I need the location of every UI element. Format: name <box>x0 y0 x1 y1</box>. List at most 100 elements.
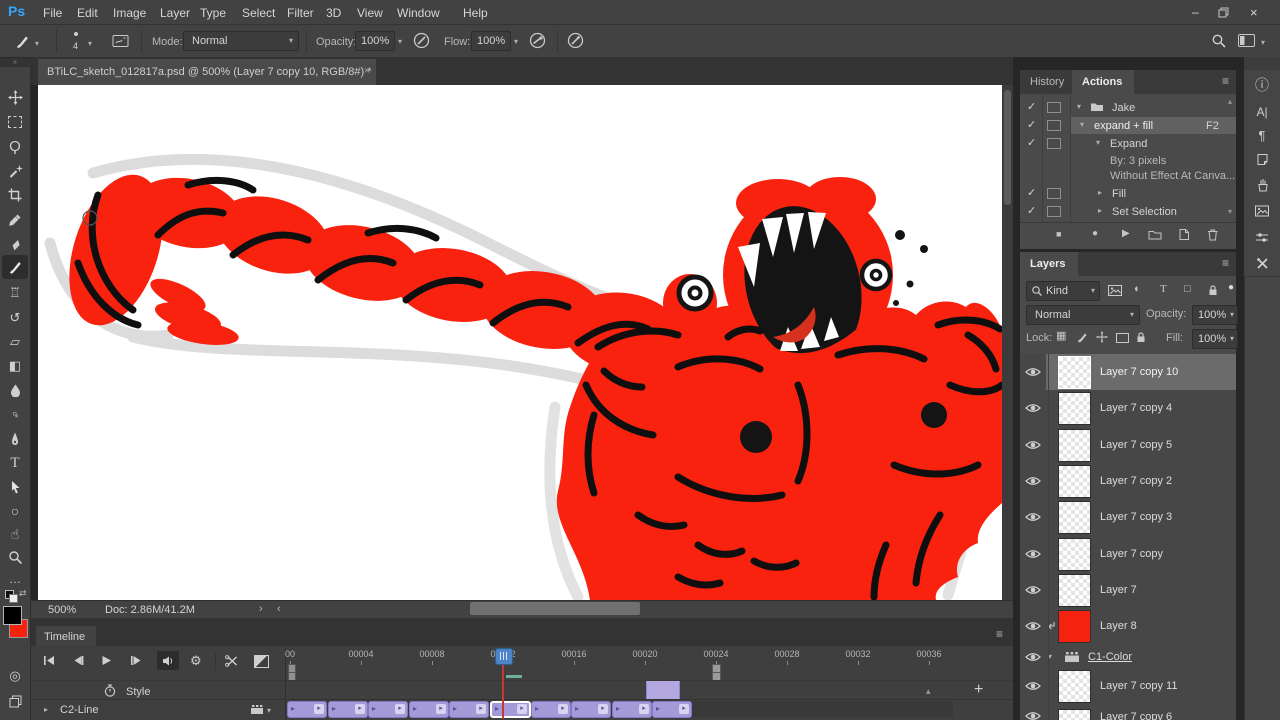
track-filmstrip-icon[interactable] <box>250 704 264 715</box>
layer-name[interactable]: Layer 7 copy 10 <box>1100 367 1178 378</box>
quick-selection-tool[interactable] <box>0 160 30 182</box>
gradient-tool[interactable]: ◧ <box>0 354 30 376</box>
menu-help[interactable]: Help <box>463 7 488 19</box>
visibility-eye-icon[interactable] <box>1025 403 1041 413</box>
timeline-clip[interactable]: ▸ ▸ <box>368 701 408 718</box>
actions-panel-menu-icon[interactable]: ≡ <box>1222 75 1229 87</box>
tablet-pressure-opacity-icon[interactable] <box>413 32 430 49</box>
close-button[interactable]: × <box>1250 6 1258 19</box>
layer-thumbnail[interactable] <box>1058 465 1091 498</box>
layer-thumbnail[interactable] <box>1058 392 1091 425</box>
layer-name[interactable]: Layer 7 copy 4 <box>1100 403 1172 414</box>
rectangular-marquee-tool[interactable] <box>0 111 30 133</box>
style-keyframe-block[interactable] <box>646 680 680 700</box>
info-panel-icon[interactable]: ⓘ <box>1244 70 1280 101</box>
document-close-icon[interactable]: × <box>364 66 370 77</box>
layer-thumbnail[interactable] <box>1058 356 1091 389</box>
visibility-eye-icon[interactable] <box>1025 367 1041 377</box>
visibility-eye-icon[interactable] <box>1025 652 1041 662</box>
layer-row[interactable]: Layer 7 <box>1020 572 1236 609</box>
restore-icon[interactable] <box>1218 7 1229 18</box>
canvas[interactable] <box>38 85 1002 600</box>
blur-tool[interactable] <box>0 379 30 401</box>
visibility-eye-icon[interactable] <box>1025 681 1041 691</box>
action-check-icon[interactable]: ✓ <box>1027 138 1036 149</box>
lock-artboard-icon[interactable] <box>1116 333 1129 343</box>
menu-type[interactable]: Type <box>200 7 226 19</box>
layer-name[interactable]: Layer 7 copy 6 <box>1100 712 1172 720</box>
layer-thumbnail[interactable] <box>1058 538 1091 571</box>
timeline-panel-menu-icon[interactable]: ≡ <box>996 628 1003 640</box>
timeline-settings-gear-icon[interactable]: ⚙ <box>190 654 202 667</box>
doc-size-info[interactable]: Doc: 2.86M/41.2M <box>105 605 195 616</box>
smoothing-pressure-icon[interactable] <box>567 32 584 49</box>
action-check-icon[interactable]: ✓ <box>1027 188 1036 199</box>
history-brush-tool[interactable]: ↺ <box>0 306 30 328</box>
layer-thumbnail[interactable] <box>1058 574 1091 607</box>
action-set-chevron-icon[interactable]: ▾ <box>1077 103 1081 111</box>
vertical-scrollbar-thumb[interactable] <box>1004 90 1011 205</box>
transition-icon[interactable] <box>254 655 269 668</box>
brush-tip-dot-icon[interactable] <box>74 32 78 36</box>
layer-thumbnail[interactable] <box>1058 429 1091 462</box>
tab-actions[interactable]: Actions <box>1072 70 1134 94</box>
move-tool[interactable] <box>0 86 30 108</box>
brush-tool[interactable] <box>0 256 30 278</box>
filter-adjustment-layers-icon[interactable]: ◐ <box>1134 284 1141 295</box>
brush-tool-preview-icon[interactable] <box>14 33 31 50</box>
tab-history[interactable]: History <box>1030 77 1064 88</box>
layer-thumbnail[interactable] <box>1058 709 1091 720</box>
workspace-chevron-icon[interactable]: ▾ <box>1261 39 1265 47</box>
workspace-icon[interactable] <box>1238 34 1255 47</box>
action-dialog-toggle[interactable] <box>1047 206 1061 217</box>
timeline-scroll-up-icon[interactable]: ▴ <box>926 687 931 696</box>
action-check-icon[interactable]: ✓ <box>1027 206 1036 217</box>
action-check-icon[interactable]: ✓ <box>1027 120 1036 131</box>
play-selection-button[interactable]: ▶ <box>1122 229 1130 239</box>
video-group-name[interactable]: C1-Color <box>1088 652 1132 663</box>
menu-file[interactable]: File <box>43 7 62 19</box>
go-to-first-frame-button[interactable] <box>43 655 55 666</box>
visibility-eye-icon[interactable] <box>1025 476 1041 486</box>
visibility-eye-icon[interactable] <box>1025 512 1041 522</box>
character-panel-icon[interactable]: A| <box>1244 100 1280 124</box>
next-frame-button[interactable] <box>130 655 142 666</box>
layer-row-selected[interactable]: Layer 7 copy 10 <box>1020 354 1236 391</box>
step-chevron-icon[interactable]: ▸ <box>1098 207 1102 215</box>
notes-panel-icon[interactable] <box>1244 146 1280 173</box>
foreground-color-swatch[interactable] <box>3 606 22 625</box>
mute-audio-button[interactable] <box>157 651 179 670</box>
menu-filter[interactable]: Filter <box>287 7 314 19</box>
document-tab[interactable]: BTiLC_sketch_012817a.psd @ 500% (Layer 7… <box>38 59 376 85</box>
track-expand-chevron-icon[interactable]: ▸ <box>44 706 48 714</box>
menu-image[interactable]: Image <box>113 7 146 19</box>
ellipse-tool[interactable]: ○ <box>0 500 30 522</box>
lock-transparent-pixels-icon[interactable]: ▦ <box>1056 331 1066 342</box>
filter-type-layers-icon[interactable]: T <box>1160 284 1167 295</box>
actions-scroll-up-icon[interactable]: ▴ <box>1228 98 1232 106</box>
filter-pixel-layers-icon[interactable] <box>1108 285 1122 296</box>
edit-toolbar-button[interactable]: … <box>0 568 30 590</box>
opacity-field[interactable]: 100% <box>355 31 395 51</box>
timeline-clip[interactable]: ▸ ▸ <box>409 701 449 718</box>
tools-panel-grip[interactable]: » <box>0 58 30 67</box>
layer-thumbnail-red[interactable] <box>1058 610 1091 643</box>
action-step[interactable]: Fill <box>1112 189 1126 200</box>
lock-all-icon[interactable] <box>1136 331 1146 343</box>
track-name[interactable]: C2-Line <box>60 705 99 716</box>
tab-layers[interactable]: Layers <box>1020 252 1078 276</box>
layer-name[interactable]: Layer 7 copy 5 <box>1100 440 1172 451</box>
libraries-panel-icon[interactable] <box>1244 198 1280 225</box>
playhead-line[interactable] <box>502 663 504 719</box>
status-chevron-left-icon[interactable]: ‹ <box>277 604 281 615</box>
action-set-name[interactable]: Jake <box>1112 103 1135 114</box>
play-button[interactable] <box>101 655 112 666</box>
swap-colors-icon[interactable]: ⇄ <box>19 589 27 598</box>
screen-mode-button[interactable] <box>0 690 30 712</box>
new-set-folder-button[interactable] <box>1148 229 1162 240</box>
step-chevron-icon[interactable]: ▸ <box>1098 189 1102 197</box>
action-step[interactable]: Expand <box>1110 139 1147 150</box>
filter-smart-objects-lock-icon[interactable] <box>1208 284 1218 296</box>
brush-settings-panel-icon[interactable] <box>112 33 130 49</box>
path-selection-tool[interactable] <box>0 476 30 498</box>
